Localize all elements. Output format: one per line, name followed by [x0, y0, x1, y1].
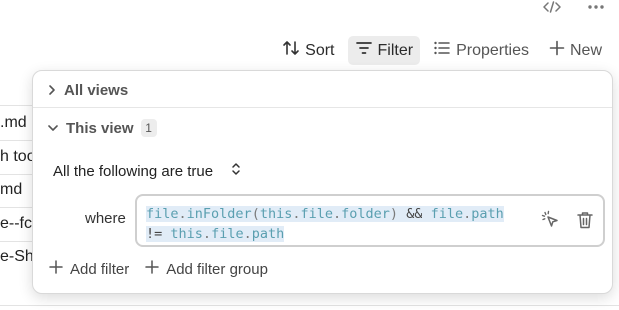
code-token: &&: [406, 206, 423, 222]
filter-label: Filter: [377, 41, 414, 59]
plus-icon: [145, 260, 159, 278]
chevron-right-icon: [47, 84, 57, 96]
code-token: .: [333, 206, 342, 222]
section-divider: [33, 107, 612, 108]
new-label: New: [569, 41, 602, 59]
filter-add-actions: Add filter Add filter group: [49, 260, 268, 278]
filter-popover: All views This view 1 All the following …: [32, 70, 613, 294]
window-controls: [543, 0, 605, 14]
code-token: file: [211, 226, 244, 242]
filter-icon: [355, 40, 373, 61]
code-token: .: [178, 206, 187, 222]
list-icon: [433, 40, 451, 61]
add-filter-group-label: Add filter group: [166, 260, 268, 278]
this-view-label: This view: [66, 119, 134, 137]
filter-button[interactable]: Filter: [347, 36, 421, 65]
code-token: file: [430, 206, 464, 222]
code-token: this: [170, 226, 203, 242]
properties-button[interactable]: Properties: [426, 36, 536, 65]
condition-mode-select[interactable]: All the following are true: [53, 160, 241, 182]
sort-icon: [282, 39, 300, 62]
cursor-click-icon[interactable]: [541, 210, 561, 230]
code-token: path: [251, 226, 285, 242]
table-divider: [0, 305, 619, 306]
properties-label: Properties: [456, 41, 529, 59]
condition-mode-label: All the following are true: [53, 162, 214, 180]
add-filter-button[interactable]: Add filter: [49, 260, 129, 278]
filter-count-badge: 1: [140, 119, 157, 137]
expression-actions: [541, 210, 595, 230]
code-token: this: [259, 206, 293, 222]
sort-button[interactable]: Sort: [275, 36, 341, 65]
filter-expression-editor[interactable]: file.inFolder(this.file.folder) && file.…: [135, 194, 605, 247]
chevron-updown-icon: [231, 162, 241, 180]
code-icon[interactable]: [543, 0, 561, 14]
sort-label: Sort: [305, 41, 335, 59]
code-token: path: [471, 206, 504, 222]
all-views-label: All views: [64, 81, 129, 99]
code-token: folder: [341, 206, 390, 222]
add-filter-group-button[interactable]: Add filter group: [145, 260, 268, 278]
code-token: file: [146, 206, 179, 222]
code-token: .: [202, 226, 212, 242]
code-token: ): [389, 206, 399, 222]
all-views-section[interactable]: All views: [33, 78, 612, 102]
plus-icon: [549, 40, 565, 61]
code-token: .: [243, 226, 252, 242]
more-icon[interactable]: [587, 0, 605, 14]
code-token: (: [251, 206, 260, 222]
plus-icon: [49, 260, 63, 278]
view-toolbar: Sort Filter Properties New: [275, 36, 609, 65]
code-token: !=: [146, 226, 163, 242]
code-token: inFolder: [186, 206, 252, 222]
where-label: where: [85, 210, 126, 227]
new-button[interactable]: New: [542, 36, 609, 65]
trash-icon[interactable]: [575, 210, 595, 230]
chevron-down-icon: [47, 123, 59, 133]
add-filter-label: Add filter: [70, 260, 130, 278]
filter-expression-text[interactable]: file.inFolder(this.file.folder) && file.…: [146, 204, 526, 244]
this-view-section[interactable]: This view 1: [33, 116, 612, 140]
code-token: file: [300, 206, 333, 222]
